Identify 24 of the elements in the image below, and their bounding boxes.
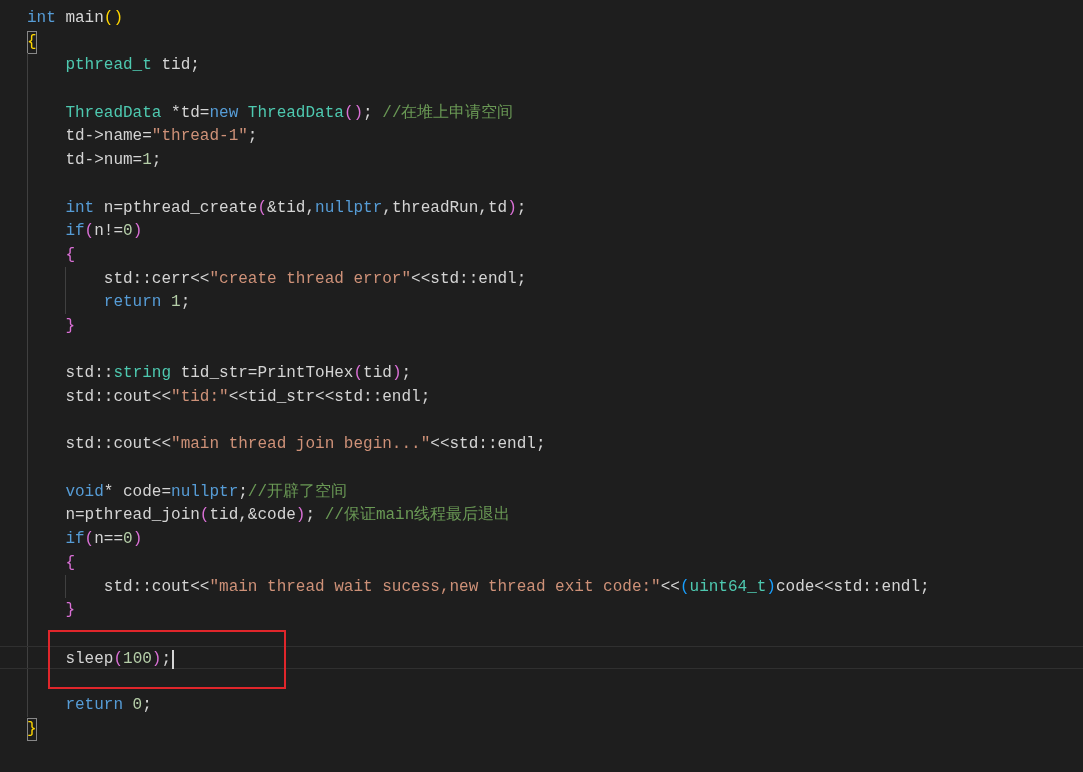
code-line: int main() — [27, 8, 124, 29]
code-line: pthread_t tid; — [64, 55, 200, 77]
code-line: td->num=1; — [64, 150, 162, 172]
code-line: } — [64, 600, 75, 622]
code-line: { — [64, 244, 75, 266]
code-line: if(n!=0) — [64, 221, 143, 243]
code-line: td->name="thread-1"; — [64, 126, 258, 148]
code-line: sleep(100); — [27, 648, 175, 671]
code-line: { — [27, 30, 37, 55]
code-line: int n=pthread_create(&tid,nullptr,threadRun,td); — [64, 197, 527, 219]
code-line: std::cerr<<"create thread error"<<std::endl; — [102, 268, 527, 290]
code-line: } — [64, 315, 75, 337]
code-line: return 0; — [64, 694, 152, 716]
code-line: if(n==0) — [64, 529, 143, 551]
code-line: return 1; — [102, 292, 191, 314]
code-line: n=pthread_join(tid,&code); //保证main线程最后退出 — [64, 505, 511, 527]
code-line: std::cout<<"tid:"<<tid_str<<std::endl; — [64, 387, 431, 408]
code-line: } — [27, 717, 37, 742]
code-line: std::cout<<"main thread wait sucess,new thread exit code:"<<(uint64_t)code<<std::endl; — [102, 576, 930, 598]
code-line: std::string tid_str=PrintToHex(tid); — [64, 363, 412, 385]
code-line: { — [64, 552, 75, 574]
code-line: std::cout<<"main thread join begin..."<<std::endl; — [64, 434, 546, 456]
code-line: void* code=nullptr;//开辟了空间 — [64, 481, 348, 503]
code-line: ThreadData *td=new ThreadData(); //在堆上申请空间 — [64, 102, 514, 124]
